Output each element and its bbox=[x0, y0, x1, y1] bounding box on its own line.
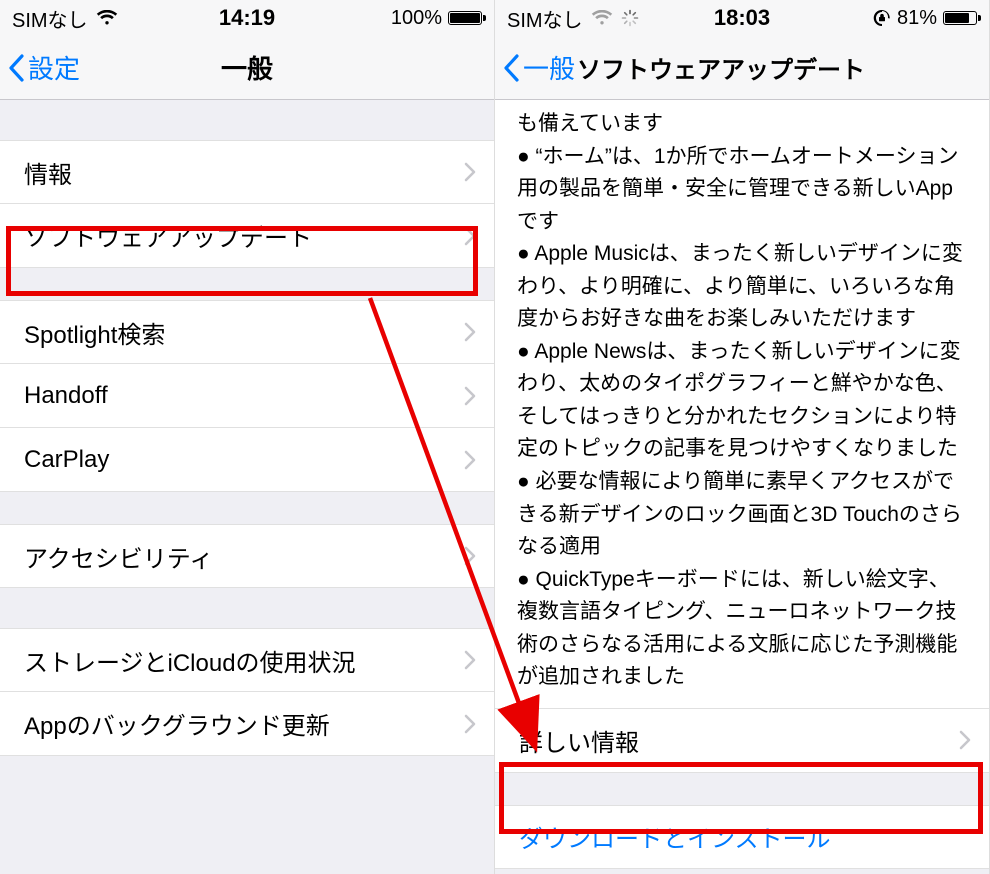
chevron-left-icon bbox=[8, 54, 24, 82]
back-label: 一般 bbox=[523, 49, 575, 86]
cell-spotlight[interactable]: Spotlight検索 bbox=[0, 300, 494, 364]
status-bar: SIMなし 14:19 100% bbox=[0, 0, 494, 36]
chevron-right-icon bbox=[464, 546, 476, 566]
carrier-label: SIMなし bbox=[507, 4, 583, 33]
back-label: 設定 bbox=[28, 49, 80, 86]
body-bullet: ● Apple Musicは、まったく新しいデザインに変わり、より明確に、より簡… bbox=[517, 238, 967, 336]
cell-label: Handoff bbox=[24, 382, 464, 410]
cell-label: 情報 bbox=[24, 155, 464, 190]
battery-pct: 100% bbox=[391, 7, 442, 30]
cell-label: 詳しい情報 bbox=[519, 723, 959, 758]
cell-label: ソフトウェアアップデート bbox=[24, 218, 464, 253]
cell-label: CarPlay bbox=[24, 446, 464, 474]
wifi-icon bbox=[96, 10, 118, 26]
orientation-lock-icon bbox=[873, 9, 891, 27]
body-bullet: ● Apple Newsは、まったく新しいデザインに変わり、太めのタイポグラフィ… bbox=[517, 336, 967, 466]
cell-more-info[interactable]: 詳しい情報 bbox=[495, 709, 989, 773]
page-title: ソフトウェアアップデート bbox=[577, 50, 981, 85]
cell-bg-refresh[interactable]: Appのバックグラウンド更新 bbox=[0, 692, 494, 756]
back-button[interactable]: 一般 bbox=[503, 49, 575, 86]
cell-label: アクセシビリティ bbox=[24, 539, 464, 574]
cell-label: Appのバックグラウンド更新 bbox=[24, 706, 464, 741]
status-carrier-group: SIMなし bbox=[507, 4, 639, 33]
cell-accessibility[interactable]: アクセシビリティ bbox=[0, 524, 494, 588]
phone-right: SIMなし 18:03 81% 一般 ソフトウェアアップデート も備えていま bbox=[495, 0, 990, 874]
chevron-right-icon bbox=[464, 226, 476, 246]
cell-label: ダウンロードとインストール bbox=[519, 819, 971, 854]
cell-software-update[interactable]: ソフトウェアアップデート bbox=[0, 204, 494, 268]
cell-label: Spotlight検索 bbox=[24, 315, 464, 350]
chevron-right-icon bbox=[464, 450, 476, 470]
body-bullet: ● “ホーム”は、1か所でホームオートメーション用の製品を簡単・安全に管理できる… bbox=[517, 141, 967, 239]
navbar: 設定 一般 bbox=[0, 36, 494, 100]
navbar: 一般 ソフトウェアアップデート bbox=[495, 36, 989, 100]
status-right: 81% bbox=[873, 7, 977, 30]
cell-handoff[interactable]: Handoff bbox=[0, 364, 494, 428]
chevron-right-icon bbox=[464, 322, 476, 342]
release-notes: も備えています ● “ホーム”は、1か所でホームオートメーション用の製品を簡単・… bbox=[495, 100, 989, 709]
loading-spinner-icon bbox=[621, 9, 639, 27]
cell-storage-icloud[interactable]: ストレージとiCloudの使用状況 bbox=[0, 628, 494, 692]
body-bullet: ● QuickTypeキーボードには、新しい絵文字、複数言語タイピング、ニューロ… bbox=[517, 564, 967, 694]
download-install-button[interactable]: ダウンロードとインストール bbox=[495, 805, 989, 869]
cell-label: ストレージとiCloudの使用状況 bbox=[24, 643, 464, 678]
status-bar: SIMなし 18:03 81% bbox=[495, 0, 989, 36]
back-button[interactable]: 設定 bbox=[8, 49, 80, 86]
status-carrier-group: SIMなし bbox=[12, 4, 118, 33]
chevron-right-icon bbox=[959, 730, 971, 750]
battery-icon bbox=[448, 11, 482, 25]
battery-pct: 81% bbox=[897, 7, 937, 30]
status-right: 100% bbox=[391, 7, 482, 30]
carrier-label: SIMなし bbox=[12, 4, 88, 33]
cell-about[interactable]: 情報 bbox=[0, 140, 494, 204]
chevron-left-icon bbox=[503, 54, 519, 82]
phone-left: SIMなし 14:19 100% 設定 一般 情報 ソフトウェアアップデート S… bbox=[0, 0, 495, 874]
chevron-right-icon bbox=[464, 386, 476, 406]
body-line: も備えています bbox=[517, 108, 967, 141]
battery-icon bbox=[943, 11, 977, 25]
chevron-right-icon bbox=[464, 650, 476, 670]
chevron-right-icon bbox=[464, 162, 476, 182]
wifi-icon bbox=[591, 10, 613, 26]
chevron-right-icon bbox=[464, 714, 476, 734]
body-bullet: ● 必要な情報により簡単に素早くアクセスができる新デザインのロック画面と3D T… bbox=[517, 466, 967, 564]
cell-carplay[interactable]: CarPlay bbox=[0, 428, 494, 492]
